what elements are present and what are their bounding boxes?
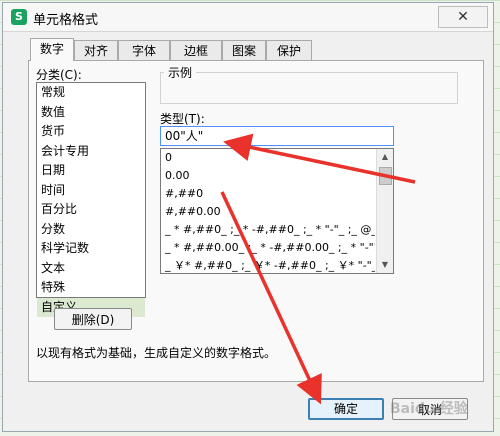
- title-bar: S 单元格格式 ✕: [3, 3, 493, 32]
- format-list-scrollbar[interactable]: ▲ ▼: [376, 149, 393, 273]
- tab-pattern[interactable]: 图案: [222, 40, 266, 60]
- tab-border[interactable]: 边框: [170, 40, 222, 60]
- format-item[interactable]: _ * #,##0.00_ ;_ * -#,##0.00_ ;_ * "-"??…: [161, 239, 375, 257]
- dialog-title: 单元格格式: [33, 13, 99, 28]
- delete-button[interactable]: 删除(D): [54, 308, 132, 330]
- close-button[interactable]: ✕: [438, 6, 488, 28]
- close-icon: ✕: [457, 9, 469, 25]
- category-item[interactable]: 常规: [37, 83, 145, 103]
- category-item[interactable]: 数值: [37, 103, 145, 123]
- category-item[interactable]: 科学记数: [37, 239, 145, 259]
- category-item[interactable]: 分数: [37, 220, 145, 240]
- sample-box: [160, 72, 458, 104]
- description-text: 以现有格式为基础，生成自定义的数字格式。: [36, 346, 277, 360]
- tab-alignment[interactable]: 对齐: [74, 40, 118, 60]
- baidu-watermark: Baidu 经验: [390, 401, 468, 417]
- category-item[interactable]: 日期: [37, 161, 145, 181]
- format-item[interactable]: 0.00: [161, 167, 375, 185]
- ok-button[interactable]: 确定: [308, 398, 384, 420]
- tab-protection[interactable]: 保护: [266, 40, 312, 60]
- category-item[interactable]: 百分比: [37, 200, 145, 220]
- type-label: 类型(T):: [160, 112, 205, 126]
- tab-number[interactable]: 数字: [30, 38, 74, 61]
- category-label: 分类(C):: [36, 68, 82, 82]
- scroll-down-icon[interactable]: ▼: [377, 257, 393, 273]
- format-list[interactable]: 0 0.00 #,##0 #,##0.00 _ * #,##0_ ;_ * -#…: [160, 148, 394, 274]
- format-item[interactable]: _ ￥* #,##0_ ;_ ￥* -#,##0_ ;_ ￥* "-"_ ;_ …: [161, 257, 375, 273]
- format-item[interactable]: 0: [161, 149, 375, 167]
- category-item[interactable]: 特殊: [37, 278, 145, 298]
- type-input[interactable]: 00"人": [160, 126, 394, 146]
- category-item[interactable]: 货币: [37, 122, 145, 142]
- category-item[interactable]: 时间: [37, 181, 145, 201]
- category-list[interactable]: 常规 数值 货币 会计专用 日期 时间 百分比 分数 科学记数 文本 特殊 自定…: [36, 82, 146, 317]
- scroll-thumb[interactable]: [379, 167, 392, 185]
- format-item[interactable]: #,##0: [161, 185, 375, 203]
- wps-spreadsheet-icon: S: [11, 9, 27, 25]
- category-item[interactable]: 会计专用: [37, 142, 145, 162]
- format-item[interactable]: #,##0.00: [161, 203, 375, 221]
- scroll-up-icon[interactable]: ▲: [377, 149, 393, 165]
- tab-font[interactable]: 字体: [118, 40, 170, 60]
- sample-label: 示例: [164, 64, 197, 81]
- category-item[interactable]: 文本: [37, 259, 145, 279]
- format-item[interactable]: _ * #,##0_ ;_ * -#,##0_ ;_ * "-"_ ;_ @_: [161, 221, 375, 239]
